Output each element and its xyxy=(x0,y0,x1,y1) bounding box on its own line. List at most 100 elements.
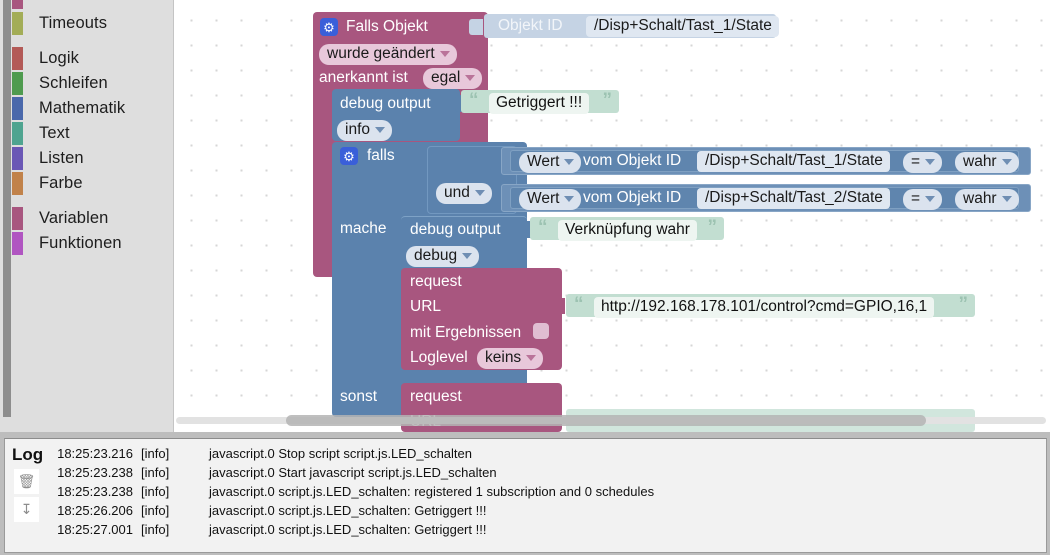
ack-value: egal xyxy=(431,69,461,86)
text-block-verknuepfung[interactable]: “ Verknüpfung wahr ” xyxy=(530,217,724,241)
object-id-block[interactable]: Objekt ID /Disp+Schalt/Tast_1/State xyxy=(484,14,779,38)
log-row-time: 18:25:23.238 xyxy=(57,484,133,499)
and-operator-dropdown[interactable]: und xyxy=(436,183,492,204)
toolbox-category-0[interactable] xyxy=(12,0,174,11)
open-quote-icon: “ xyxy=(469,90,479,111)
category-color-swatch xyxy=(12,97,23,120)
comparator-value-2: = xyxy=(911,190,921,207)
blockly-canvas-grid[interactable] xyxy=(174,0,1050,432)
toolbox-category-schleifen[interactable]: Schleifen xyxy=(12,71,174,96)
event-gear-icon[interactable]: ⚙ xyxy=(320,18,338,37)
value-type-value-2: Wert xyxy=(527,190,560,207)
chevron-down-icon xyxy=(439,50,450,57)
if-do-label: mache xyxy=(340,220,387,237)
text-block-url-do[interactable]: “ http://192.168.178.101/control?cmd=GPI… xyxy=(566,294,975,318)
trigger-mode-dropdown[interactable]: wurde geändert xyxy=(319,44,457,65)
debug-output-do-label: debug output xyxy=(410,221,501,238)
log-row-level: [info] xyxy=(141,446,170,461)
request-do-url-label: URL xyxy=(410,298,442,315)
category-color-swatch xyxy=(12,232,23,255)
toolbox-category-farbe-label: Farbe xyxy=(39,174,83,192)
request-do-loglevel-dropdown[interactable]: keins xyxy=(477,348,544,369)
toolbox-category-listen[interactable]: Listen xyxy=(12,146,174,171)
log-download-button[interactable]: ↧ xyxy=(14,497,39,522)
compare-to-dropdown-2[interactable]: wahr xyxy=(955,189,1019,210)
log-row-time: 18:25:23.216 xyxy=(57,446,133,461)
chevron-down-icon xyxy=(474,189,485,196)
toolbox-scrollbar[interactable] xyxy=(3,0,11,417)
request-do-results-label: mit Ergebnissen xyxy=(410,324,522,341)
chevron-down-icon xyxy=(564,195,575,202)
toolbox-separator xyxy=(12,36,174,46)
toolbox-category-logik[interactable]: Logik xyxy=(12,46,174,71)
comparator-dropdown-1[interactable]: = xyxy=(903,152,943,173)
log-panel-inner: Log 🗑 ↧ 18:25:23.216 [info] javascript.0… xyxy=(4,438,1047,553)
toolbox-category-farbe[interactable]: Farbe xyxy=(12,171,174,196)
text-block-url-do-value[interactable]: http://192.168.178.101/control?cmd=GPIO,… xyxy=(594,297,935,318)
object-id-notch xyxy=(469,19,483,35)
log-row-level: [info] xyxy=(141,465,170,480)
toolbox-category-mathematik[interactable]: Mathematik xyxy=(12,96,174,121)
close-quote-icon: ” xyxy=(958,294,969,315)
condition-object-id-1[interactable]: /Disp+Schalt/Tast_1/State xyxy=(697,151,890,172)
log-row-message: javascript.0 Stop script script.js.LED_s… xyxy=(209,446,472,461)
category-color-swatch xyxy=(12,12,23,35)
if-else-label: sonst xyxy=(340,388,378,405)
log-row-message: javascript.0 script.js.LED_schalten: reg… xyxy=(209,484,655,499)
chevron-down-icon xyxy=(564,158,575,165)
log-row-time: 18:25:23.238 xyxy=(57,465,133,480)
debug-output-do-level-dropdown[interactable]: debug xyxy=(406,246,480,267)
log-row-time: 18:25:27.001 xyxy=(57,522,133,537)
gear-icon[interactable]: ⚙ xyxy=(320,18,338,36)
toolbox-category-variablen[interactable]: Variablen xyxy=(12,206,174,231)
category-color-swatch xyxy=(12,207,23,230)
chevron-down-icon xyxy=(526,354,537,361)
comparator-dropdown-2[interactable]: = xyxy=(903,189,943,210)
text-block-verknuepfung-value[interactable]: Verknüpfung wahr xyxy=(558,220,697,241)
value-type-dropdown-2[interactable]: Wert xyxy=(519,189,582,210)
if-gear-icon[interactable]: ⚙ xyxy=(340,147,358,166)
chevron-down-icon xyxy=(1001,195,1012,202)
chevron-down-icon xyxy=(1001,158,1012,165)
ack-dropdown[interactable]: egal xyxy=(423,68,483,89)
value-type-value-1: Wert xyxy=(527,153,560,170)
request-do-results-checkbox[interactable] xyxy=(533,323,549,339)
toolbox-category-text[interactable]: Text xyxy=(12,121,174,146)
text-block-getriggert[interactable]: “ Getriggert !!! ” xyxy=(461,90,619,114)
category-color-swatch xyxy=(12,122,23,145)
debug-output-top-level-dropdown[interactable]: info xyxy=(337,120,392,141)
toolbox-category-mathematik-label: Mathematik xyxy=(39,99,126,117)
debug-output-top-label: debug output xyxy=(340,95,431,112)
log-row[interactable]: 18:25:27.001 [info] javascript.0 script.… xyxy=(41,520,1046,539)
object-id-value-field[interactable]: /Disp+Schalt/Tast_1/State xyxy=(586,16,779,37)
ack-label: anerkannt ist xyxy=(319,69,408,86)
log-row[interactable]: 18:25:23.238 [info] javascript.0 Start j… xyxy=(41,463,1046,482)
log-clear-button[interactable]: 🗑 xyxy=(14,469,39,494)
log-panel-title: Log xyxy=(12,445,44,464)
condition-object-id-2[interactable]: /Disp+Schalt/Tast_2/State xyxy=(697,188,890,209)
canvas-hscroll-thumb[interactable] xyxy=(286,415,926,426)
debug-output-do-level-value: debug xyxy=(414,247,458,264)
toolbox-category-funktionen[interactable]: Funktionen xyxy=(12,231,174,256)
gear-icon[interactable]: ⚙ xyxy=(340,147,358,165)
log-row[interactable]: 18:25:23.238 [info] javascript.0 script.… xyxy=(41,482,1046,501)
category-color-swatch xyxy=(12,147,23,170)
text-block-getriggert-value[interactable]: Getriggert !!! xyxy=(489,93,590,114)
request-do-loglevel-value: keins xyxy=(485,349,522,366)
of-object-label-1: vom Objekt ID xyxy=(583,152,682,169)
close-quote-icon: ” xyxy=(707,217,718,238)
chevron-down-icon xyxy=(925,195,936,202)
debug-output-top-level-value: info xyxy=(345,121,370,138)
category-color-swatch xyxy=(12,72,23,95)
blockly-script-editor-window: ⚙ Falls Objekt Objekt ID /Disp+Schalt/Ta… xyxy=(0,0,1050,555)
log-panel: Log 🗑 ↧ 18:25:23.216 [info] javascript.0… xyxy=(0,432,1050,555)
toolbox-category-list: Timeouts Logik Schleifen Mathematik Text… xyxy=(12,0,174,256)
log-row[interactable]: 18:25:23.216 [info] javascript.0 Stop sc… xyxy=(41,444,1046,463)
value-type-dropdown-1[interactable]: Wert xyxy=(519,152,582,173)
log-row[interactable]: 18:25:26.206 [info] javascript.0 script.… xyxy=(41,501,1046,520)
comparator-value-1: = xyxy=(911,153,921,170)
toolbox-category-timeouts[interactable]: Timeouts xyxy=(12,11,174,36)
block-toolbox[interactable]: Timeouts Logik Schleifen Mathematik Text… xyxy=(0,0,174,432)
log-row-message: javascript.0 Start javascript script.js.… xyxy=(209,465,497,480)
compare-to-dropdown-1[interactable]: wahr xyxy=(955,152,1019,173)
